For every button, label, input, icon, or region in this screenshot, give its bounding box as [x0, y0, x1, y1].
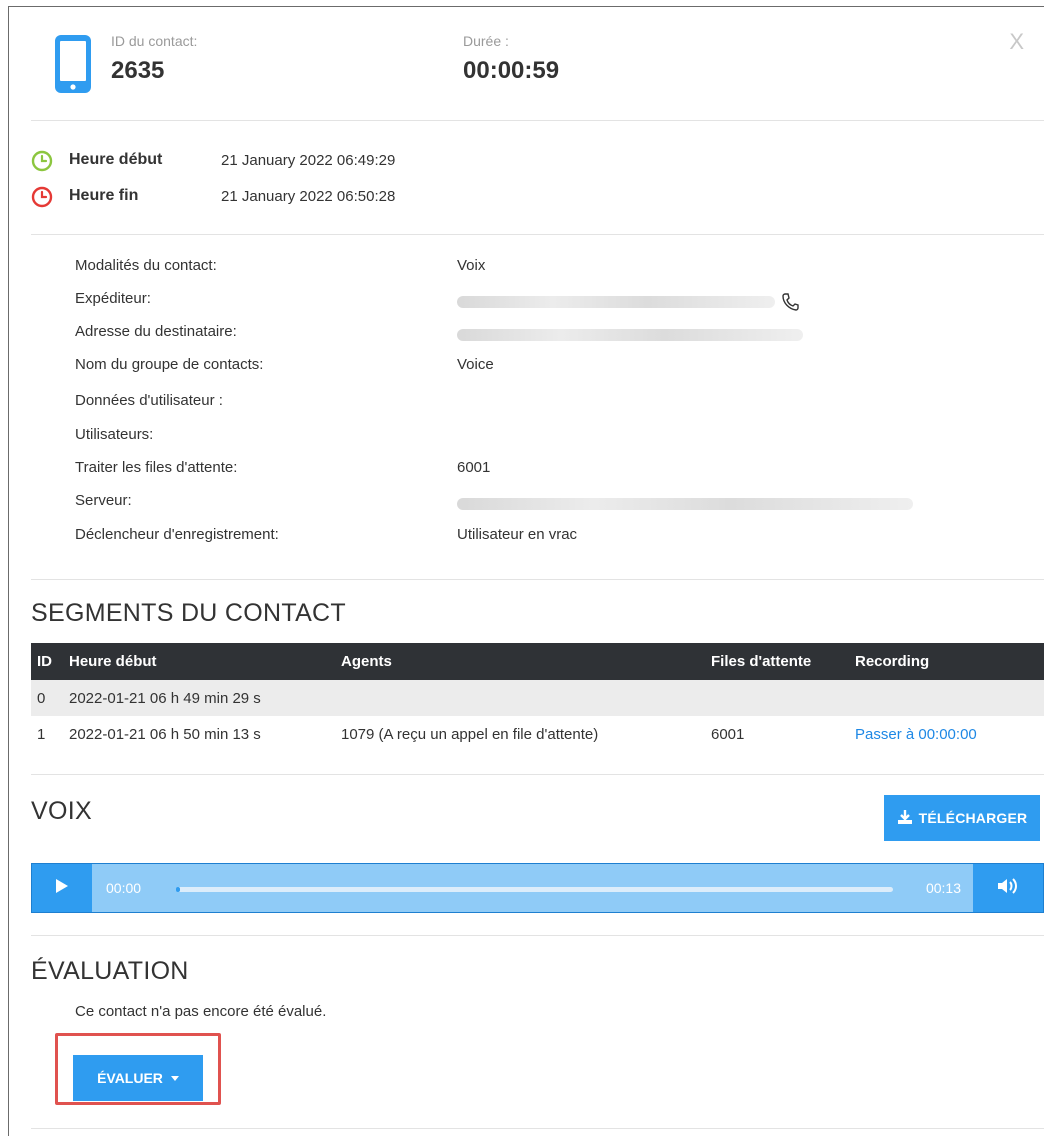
play-icon: [55, 878, 69, 899]
close-button[interactable]: X: [1009, 29, 1024, 55]
cell-id: 1: [37, 725, 46, 743]
audio-track: 00:00 00:13: [92, 864, 973, 912]
start-time-label: Heure début: [69, 151, 163, 168]
info-label: Serveur:: [75, 492, 132, 509]
info-row-serveur: Serveur:: [75, 492, 1044, 516]
caret-down-icon: [170, 1075, 179, 1081]
info-label: Adresse du destinataire:: [75, 323, 237, 340]
contact-id-label: ID du contact:: [111, 33, 198, 49]
end-time-value: 21 January 2022 06:50:28: [221, 187, 396, 205]
download-label: TÉLÉCHARGER: [918, 810, 1028, 826]
info-label: Utilisateurs:: [75, 426, 154, 443]
info-row-groupe: Nom du groupe de contacts: Voice: [75, 356, 1044, 380]
info-label: Traiter les files d'attente:: [75, 459, 238, 476]
table-header: ID Heure début Agents Files d'attente Re…: [31, 643, 1044, 680]
phone-call-icon[interactable]: [781, 292, 799, 316]
redacted-value: [457, 329, 803, 341]
cell-agents: 1079 (A reçu un appel en file d'attente): [341, 725, 599, 743]
contact-id-value: 2635: [111, 57, 165, 84]
clock-start-icon: [31, 150, 53, 177]
col-header-id: ID: [37, 653, 52, 670]
seek-progress: [176, 887, 180, 892]
divider: [31, 120, 1044, 121]
info-row-declencheur: Déclencheur d'enregistrement: Utilisateu…: [75, 526, 1044, 550]
col-header-queues: Files d'attente: [711, 653, 812, 670]
info-row-expediteur: Expéditeur:: [75, 290, 1044, 314]
col-header-agents: Agents: [341, 653, 392, 670]
info-row-files: Traiter les files d'attente: 6001: [75, 459, 1044, 483]
redacted-value: [457, 498, 913, 510]
info-label: Données d'utilisateur :: [75, 392, 223, 409]
evaluate-label: ÉVALUER: [97, 1070, 163, 1086]
info-label: Expéditeur:: [75, 290, 151, 307]
info-row-utilisateurs: Utilisateurs:: [75, 426, 1044, 450]
cell-queues: 6001: [711, 725, 745, 743]
redacted-value: [457, 296, 775, 308]
start-time-value: 21 January 2022 06:49:29: [221, 151, 396, 169]
col-header-start: Heure début: [69, 653, 157, 670]
info-label: Nom du groupe de contacts:: [75, 356, 264, 373]
info-label: Déclencheur d'enregistrement:: [75, 526, 279, 543]
info-row-modalites: Modalités du contact: Voix: [75, 257, 1044, 281]
info-value: Voice: [457, 356, 494, 373]
duration-label: Durée :: [463, 33, 509, 49]
mobile-phone-icon: [53, 33, 93, 100]
table-row: 0 2022-01-21 06 h 49 min 29 s: [31, 680, 1044, 716]
table-row: 1 2022-01-21 06 h 50 min 13 s 1079 (A re…: [31, 716, 1044, 752]
divider: [31, 935, 1044, 936]
jump-to-recording-link[interactable]: Passer à 00:00:00: [855, 716, 977, 752]
segments-title: SEGMENTS DU CONTACT: [31, 599, 346, 627]
col-header-recording: Recording: [855, 653, 930, 670]
cell-id: 0: [37, 689, 46, 707]
divider: [31, 1128, 1044, 1129]
cell-start: 2022-01-21 06 h 50 min 13 s: [69, 725, 261, 743]
play-button[interactable]: [32, 864, 92, 912]
current-time: 00:00: [106, 880, 142, 896]
download-icon: [897, 809, 913, 828]
voice-title: VOIX: [31, 797, 92, 825]
volume-icon: [997, 877, 1019, 900]
info-value: 6001: [457, 459, 491, 476]
info-value: Utilisateur en vrac: [457, 526, 578, 543]
evaluation-title: ÉVALUATION: [31, 957, 189, 985]
audio-player: 00:00 00:13: [31, 863, 1044, 913]
download-button[interactable]: TÉLÉCHARGER: [884, 795, 1040, 841]
end-time-label: Heure fin: [69, 187, 139, 204]
info-value: Voix: [457, 257, 486, 274]
info-row-destinataire: Adresse du destinataire:: [75, 323, 1044, 347]
seek-bar[interactable]: [176, 887, 893, 892]
total-time: 00:13: [925, 880, 961, 896]
cell-start: 2022-01-21 06 h 49 min 29 s: [69, 689, 261, 707]
volume-button[interactable]: [973, 864, 1043, 912]
divider: [31, 579, 1044, 580]
evaluate-button[interactable]: ÉVALUER: [73, 1055, 203, 1101]
divider: [31, 774, 1044, 775]
segments-table: ID Heure début Agents Files d'attente Re…: [31, 643, 1044, 752]
evaluation-note: Ce contact n'a pas encore été évalué.: [75, 1003, 327, 1020]
info-row-donnees: Données d'utilisateur :: [75, 392, 1044, 416]
divider: [31, 234, 1044, 235]
duration-value: 00:00:59: [463, 57, 560, 84]
clock-end-icon: [31, 186, 53, 213]
info-label: Modalités du contact:: [75, 257, 217, 274]
contact-details-panel: ID du contact: 2635 Durée : 00:00:59 X H…: [8, 6, 1044, 1136]
